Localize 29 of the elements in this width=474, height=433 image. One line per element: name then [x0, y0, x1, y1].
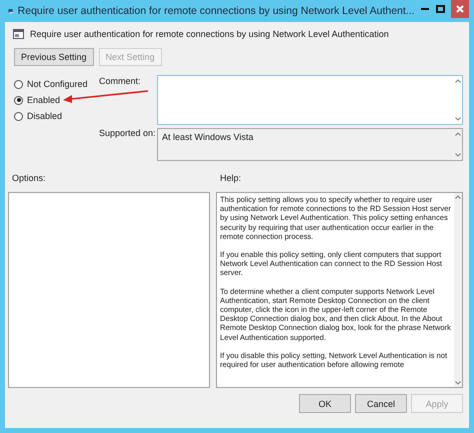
- setting-title: Require user authentication for remote connections by using Network Level Authentication: [30, 29, 389, 39]
- radio-dot[interactable]: [14, 112, 23, 120]
- comment-label: Comment:: [99, 76, 141, 86]
- scroll-down-icon[interactable]: [455, 117, 461, 121]
- supported-on-field: At least Windows Vista: [157, 128, 463, 161]
- dialog-button[interactable]: OK: [299, 394, 351, 413]
- help-label: Help:: [220, 173, 242, 185]
- close-icon: [456, 5, 464, 13]
- state-radio[interactable]: Enabled: [14, 95, 99, 105]
- minimize-icon: [420, 8, 429, 10]
- scrollbar[interactable]: [454, 193, 462, 387]
- radio-dot[interactable]: [14, 80, 23, 88]
- options-label: Options:: [11, 173, 47, 185]
- state-radio[interactable]: Not Configured: [14, 79, 99, 89]
- nav-button[interactable]: Previous Setting: [14, 48, 94, 66]
- maximize-icon: [436, 5, 446, 13]
- close-button[interactable]: [451, 0, 470, 18]
- scroll-up-icon[interactable]: [455, 132, 461, 136]
- policy-icon: [13, 29, 24, 39]
- radio-dot[interactable]: [14, 96, 23, 104]
- dialog-button[interactable]: Cancel: [355, 394, 407, 413]
- scroll-up-icon[interactable]: [455, 79, 461, 83]
- supported-on-label: Supported on:: [99, 128, 156, 138]
- scroll-down-icon[interactable]: [455, 153, 461, 157]
- comment-field[interactable]: [157, 75, 463, 125]
- window-title: Require user authentication for remote connections by using Network Level Authent...: [18, 5, 415, 17]
- scroll-down-icon[interactable]: [455, 381, 461, 385]
- state-radio[interactable]: Disabled: [14, 111, 99, 121]
- scroll-up-icon[interactable]: [455, 195, 461, 199]
